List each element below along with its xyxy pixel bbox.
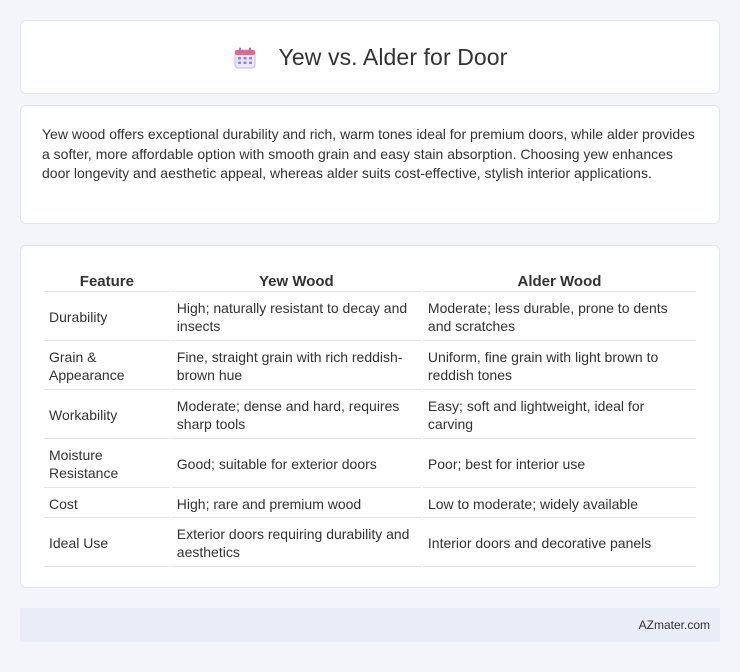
yew-cell: Exterior doors requiring durability and … [171,520,421,567]
yew-cell: Good; suitable for exterior doors [171,441,421,488]
alder-cell: Low to moderate; widely available [422,490,696,518]
feature-cell: Ideal Use [44,520,170,567]
page-title: Yew vs. Alder for Door [278,43,508,70]
alder-cell: Easy; soft and lightweight, ideal for ca… [422,392,696,439]
table-row: Grain & Appearance Fine, straight grain … [44,343,696,390]
header-yew-wood: Yew Wood [171,272,421,292]
comparison-table: Feature Yew Wood Alder Wood Durability H… [42,270,698,569]
alder-cell: Moderate; less durable, prone to dents a… [422,294,696,341]
table-row: Durability High; naturally resistant to … [44,294,696,341]
table-row: Moisture Resistance Good; suitable for e… [44,441,696,488]
table-row: Ideal Use Exterior doors requiring durab… [44,520,696,567]
comparison-card: Feature Yew Wood Alder Wood Durability H… [20,245,720,588]
alder-cell: Interior doors and decorative panels [422,520,696,567]
footer-bar: AZmater.com [20,608,720,642]
table-header-row: Feature Yew Wood Alder Wood [44,272,696,292]
summary-text: Yew wood offers exceptional durability a… [42,126,695,182]
summary-card: Yew wood offers exceptional durability a… [20,105,720,224]
feature-cell: Moisture Resistance [44,441,170,488]
calendar-icon [233,46,257,70]
yew-cell: Fine, straight grain with rich reddish-b… [171,343,421,390]
table-row: Workability Moderate; dense and hard, re… [44,392,696,439]
table-row: Cost High; rare and premium wood Low to … [44,490,696,518]
feature-cell: Grain & Appearance [44,343,170,390]
footer-brand: AZmater.com [638,618,710,632]
title-card: Yew vs. Alder for Door [20,20,720,94]
feature-cell: Workability [44,392,170,439]
yew-cell: High; rare and premium wood [171,490,421,518]
title-row: Yew vs. Alder for Door [21,21,719,93]
header-alder-wood: Alder Wood [422,272,696,292]
alder-cell: Uniform, fine grain with light brown to … [422,343,696,390]
yew-cell: Moderate; dense and hard, requires sharp… [171,392,421,439]
header-feature: Feature [44,272,170,292]
feature-cell: Cost [44,490,170,518]
feature-cell: Durability [44,294,170,341]
alder-cell: Poor; best for interior use [422,441,696,488]
yew-cell: High; naturally resistant to decay and i… [171,294,421,341]
